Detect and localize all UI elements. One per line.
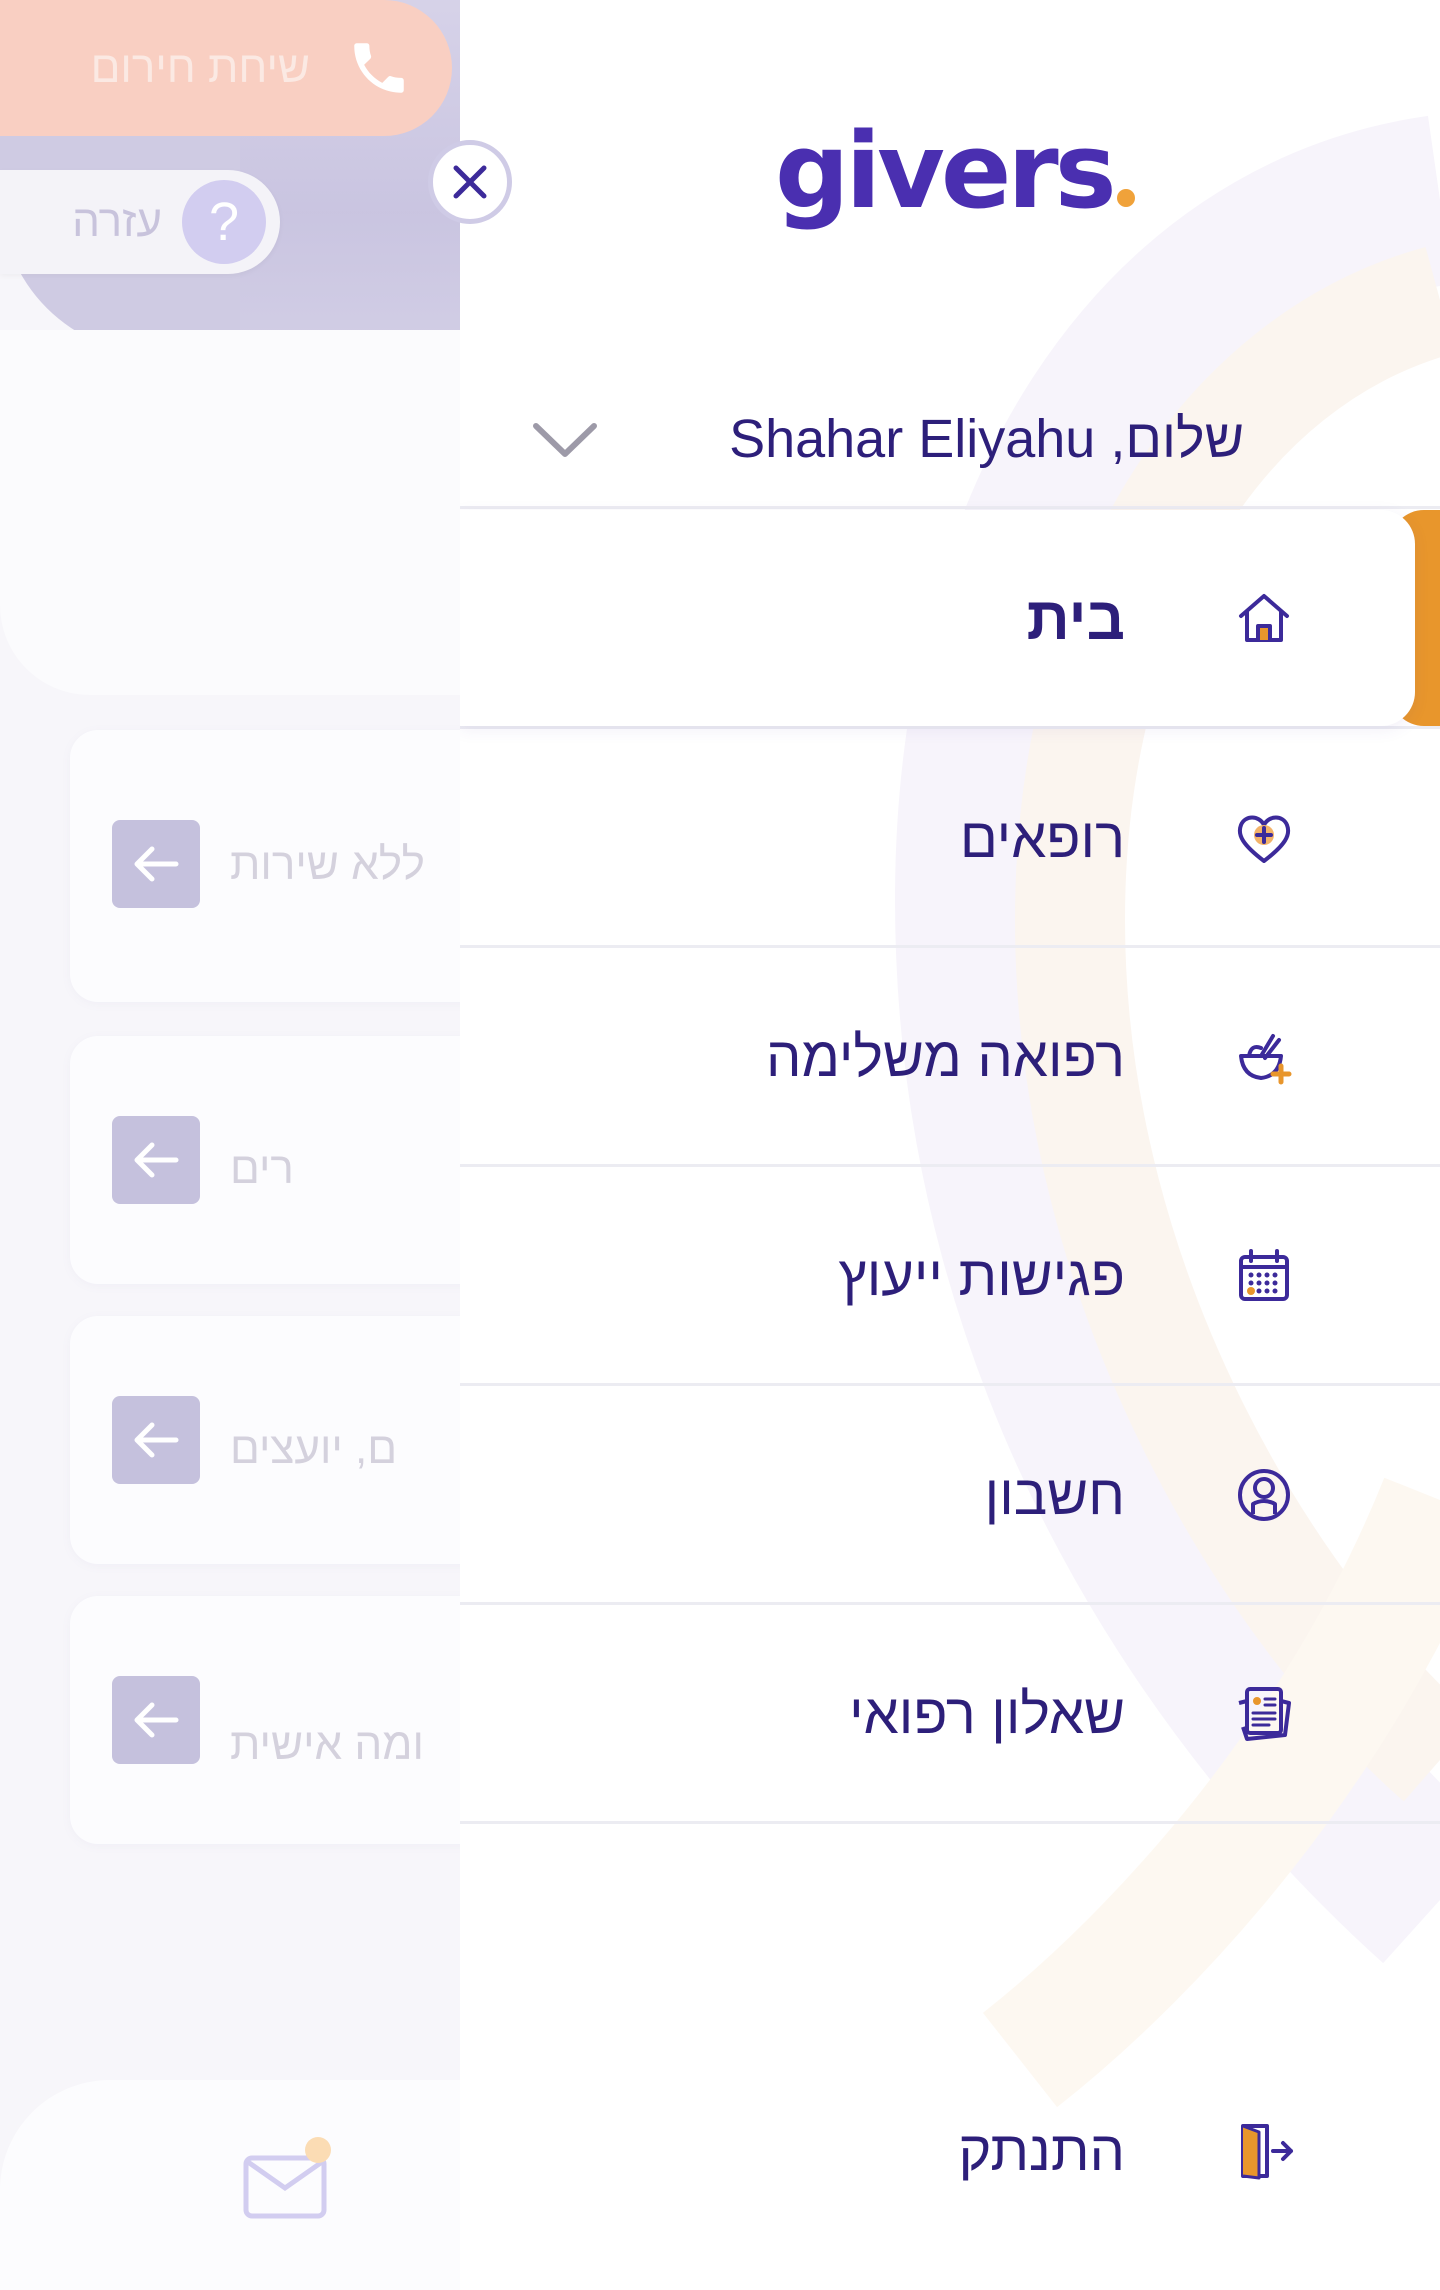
- mail-icon[interactable]: [240, 2136, 340, 2226]
- menu-item-label: בית: [1026, 584, 1125, 652]
- givers-logo: givers: [775, 110, 1135, 240]
- menu-item-label: פגישות ייעוץ: [838, 1243, 1125, 1307]
- service-card[interactable]: ללא שירות: [70, 730, 470, 1002]
- help-label: עזרה: [72, 197, 162, 246]
- menu-item-label: רפואה משלימה: [765, 1024, 1125, 1088]
- service-card[interactable]: רים: [70, 1036, 470, 1284]
- arrow-left-icon: [112, 1116, 200, 1204]
- menu-item-doctors[interactable]: רופאים: [460, 729, 1440, 948]
- close-drawer-button[interactable]: [428, 140, 512, 224]
- service-card-text: רים: [230, 1144, 294, 1193]
- bottom-nav: [0, 2080, 470, 2290]
- divider: [460, 506, 1440, 509]
- account-icon: [1238, 1469, 1290, 1521]
- logout-label: התנתק: [958, 2118, 1125, 2182]
- logo-dot: [1116, 189, 1135, 207]
- menu-item-account[interactable]: חשבון: [460, 1386, 1440, 1605]
- user-greeting[interactable]: שלום, Shahar Eliyahu: [460, 380, 1440, 500]
- logout-button[interactable]: התנתק: [460, 2090, 1440, 2210]
- greeting-text: שלום, Shahar Eliyahu: [729, 409, 1244, 469]
- question-icon: ?: [182, 180, 266, 264]
- chevron-down-icon[interactable]: [530, 410, 600, 470]
- menu-item-complementary-medicine[interactable]: רפואה משלימה: [460, 948, 1440, 1167]
- hero-panel: [0, 330, 460, 695]
- service-card-text: ם, יועצים: [230, 1424, 398, 1473]
- menu-item-label: שאלון רפואי: [849, 1681, 1125, 1745]
- herbal-medicine-icon: [1239, 1034, 1292, 1085]
- logout-door-icon: [1241, 2124, 1293, 2180]
- calendar-icon: [1239, 1249, 1289, 1301]
- emergency-call-label: שיחת חירום: [90, 43, 310, 92]
- side-drawer: givers שלום, Shahar Eliyahu בית רופאים ר…: [460, 0, 1440, 2290]
- logo-text: givers: [775, 110, 1117, 232]
- drawer-menu: בית רופאים רפואה משלימה פגישות ייעוץ חשב…: [460, 510, 1440, 1824]
- menu-item-label: רופאים: [959, 805, 1125, 869]
- arrow-left-icon: [112, 1676, 200, 1764]
- menu-item-consultations[interactable]: פגישות ייעוץ: [460, 1167, 1440, 1386]
- service-card[interactable]: ם, יועצים: [70, 1316, 470, 1564]
- phone-icon: [354, 43, 404, 93]
- arrow-left-icon: [112, 1396, 200, 1484]
- menu-item-label: חשבון: [984, 1462, 1125, 1526]
- home-icon: [1239, 594, 1289, 642]
- close-icon: [453, 165, 487, 199]
- menu-item-medical-questionnaire[interactable]: שאלון רפואי: [460, 1605, 1440, 1824]
- arrow-left-icon: [112, 820, 200, 908]
- menu-item-home[interactable]: בית: [460, 510, 1440, 729]
- service-card-text: ללא שירות: [230, 840, 425, 889]
- heart-plus-icon: [1237, 815, 1291, 863]
- emergency-call-button[interactable]: שיחת חירום: [0, 0, 452, 136]
- help-button[interactable]: עזרה ?: [0, 170, 280, 274]
- questionnaire-icon: [1238, 1687, 1291, 1741]
- service-card[interactable]: ומה אישית: [70, 1596, 470, 1844]
- service-card-text: ומה אישית: [230, 1720, 424, 1769]
